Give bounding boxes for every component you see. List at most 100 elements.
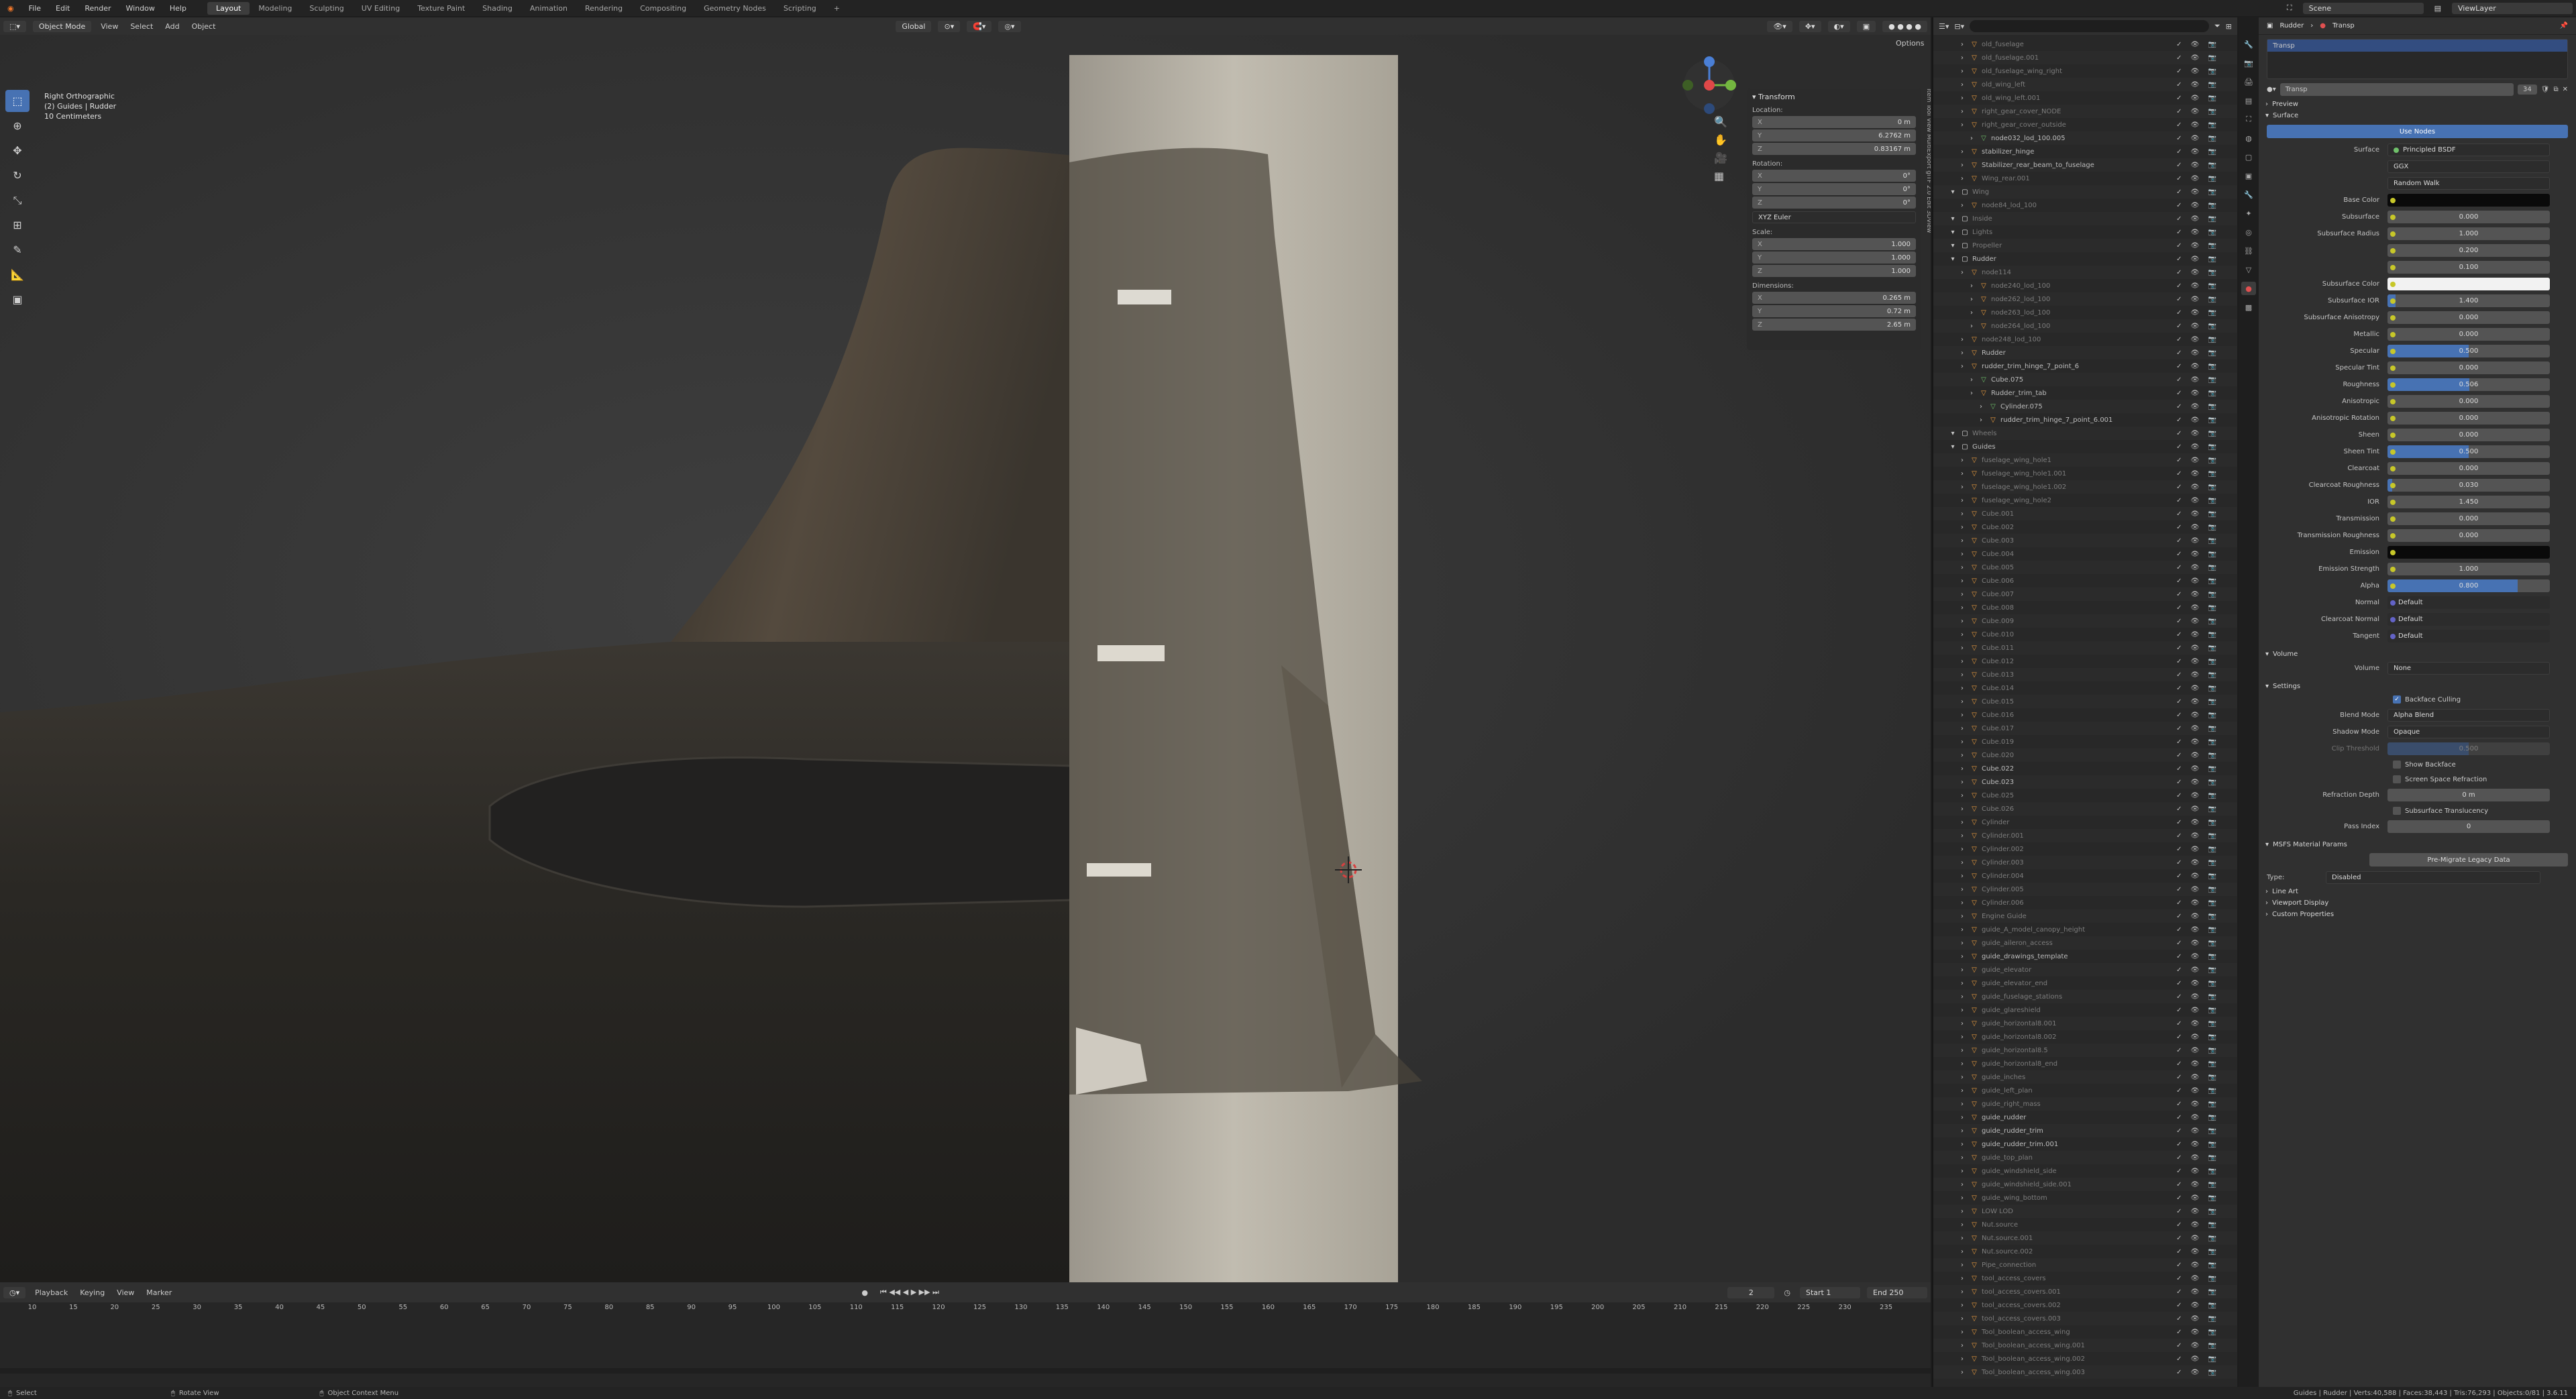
timeline-scrollbar[interactable] [0, 1368, 1931, 1374]
expand-arrow-icon[interactable]: › [1957, 940, 1967, 947]
visibility-toggles-icon[interactable]: ✓ 👁 📷 [2176, 269, 2220, 276]
visibility-toggles-icon[interactable]: ✓ 👁 📷 [2176, 349, 2220, 357]
pre-migrate-legacy-data-button[interactable]: Pre-Migrate Legacy Data [2369, 853, 2568, 866]
settings-section[interactable]: ▾ Settings [2259, 681, 2576, 692]
constraints-tab-icon[interactable]: ⛓ [2241, 244, 2256, 258]
visibility-toggles-icon[interactable]: ✓ 👁 📷 [2176, 1007, 2220, 1014]
outliner-row[interactable]: › ▽ Cube.002 ✓ 👁 📷 [1933, 520, 2237, 534]
visibility-toggles-icon[interactable]: ✓ 👁 📷 [2176, 832, 2220, 840]
expand-arrow-icon[interactable]: › [1957, 819, 1967, 826]
expand-arrow-icon[interactable]: › [1957, 591, 1967, 598]
data-tab-icon[interactable]: ▽ [2241, 263, 2256, 276]
visibility-toggles-icon[interactable]: ✓ 👁 📷 [2176, 591, 2220, 598]
overlay-toggle-icon[interactable]: ◐▾ [1827, 20, 1850, 32]
object-tab-icon[interactable]: ▣ [2241, 169, 2256, 182]
material-users-count[interactable]: 34 [2518, 85, 2537, 95]
visibility-toggles-icon[interactable]: ✓ 👁 📷 [2176, 899, 2220, 907]
outliner-row[interactable]: › ▽ Cube.025 ✓ 👁 📷 [1933, 789, 2237, 802]
outliner-row[interactable]: › ▽ Cube.026 ✓ 👁 📷 [1933, 802, 2237, 816]
visibility-toggles-icon[interactable]: ✓ 👁 📷 [2176, 510, 2220, 518]
visibility-toggles-icon[interactable]: ✓ 👁 📷 [2176, 135, 2220, 142]
expand-arrow-icon[interactable]: › [1957, 363, 1967, 370]
visibility-toggles-icon[interactable]: ✓ 👁 📷 [2176, 175, 2220, 182]
select-box-tool-icon[interactable]: ⬚ [5, 90, 30, 112]
bsdf-input-field[interactable]: 0.000 [2387, 529, 2550, 542]
visibility-toggles-icon[interactable]: ✓ 👁 📷 [2176, 993, 2220, 1001]
outliner-row[interactable]: › ▽ Stabilizer_rear_beam_to_fuselage ✓ 👁 📷 [1933, 158, 2237, 172]
visibility-toggles-icon[interactable]: ✓ 👁 📷 [2176, 819, 2220, 826]
workspace-tab-animation[interactable]: Animation [521, 2, 576, 15]
expand-arrow-icon[interactable]: › [1957, 1127, 1967, 1135]
expand-arrow-icon[interactable]: › [1957, 712, 1967, 719]
visibility-toggles-icon[interactable]: ✓ 👁 📷 [2176, 81, 2220, 89]
socket-icon[interactable] [2390, 315, 2396, 321]
outliner-row[interactable]: › ▽ Cube.075 ✓ 👁 📷 [1933, 373, 2237, 386]
expand-arrow-icon[interactable]: › [1957, 886, 1967, 893]
msfs-material-params-section[interactable]: ▾ MSFS Material Params [2259, 839, 2576, 850]
move-tool-icon[interactable]: ✥ [5, 139, 30, 162]
workspace-tab-uv-editing[interactable]: UV Editing [353, 2, 409, 15]
visibility-toggles-icon[interactable]: ✓ 👁 📷 [2176, 202, 2220, 209]
outliner-row[interactable]: › ▽ guide_fuselage_stations ✓ 👁 📷 [1933, 990, 2237, 1003]
visibility-toggles-icon[interactable]: ✓ 👁 📷 [2176, 403, 2220, 410]
expand-arrow-icon[interactable]: ▾ [1948, 229, 1957, 236]
expand-arrow-icon[interactable]: › [1957, 1302, 1967, 1309]
render-tab-icon[interactable]: 📷 [2241, 56, 2256, 70]
expand-arrow-icon[interactable]: › [1957, 1262, 1967, 1269]
refraction-depth-field[interactable]: 0 m [2387, 789, 2550, 801]
outliner-row[interactable]: › ▽ node240_lod_100 ✓ 👁 📷 [1933, 279, 2237, 292]
outliner-row[interactable]: › ▽ guide_horizontal8.5 ✓ 👁 📷 [1933, 1044, 2237, 1057]
outliner-row[interactable]: › ▽ node262_lod_100 ✓ 👁 📷 [1933, 292, 2237, 306]
socket-icon[interactable] [2390, 516, 2396, 522]
msfs-type-dropdown[interactable]: Disabled [2326, 871, 2540, 884]
visibility-toggles-icon[interactable]: ✓ 👁 📷 [2176, 68, 2220, 75]
bsdf-input-field[interactable]: 0.500 [2387, 445, 2550, 458]
outliner-row[interactable]: › ▽ Cylinder.006 ✓ 👁 📷 [1933, 896, 2237, 909]
visibility-toggles-icon[interactable]: ✓ 👁 📷 [2176, 1114, 2220, 1121]
fake-user-icon[interactable]: 🛡 [2541, 86, 2550, 93]
bsdf-input-field[interactable]: 1.400 [2387, 294, 2550, 307]
expand-arrow-icon[interactable]: › [1957, 1020, 1967, 1027]
playback-controls-icon[interactable]: ⏮ ◀◀ ◀ ▶ ▶▶ ⏭ [874, 1288, 945, 1297]
outliner-row[interactable]: › ▽ old_fuselage_wing_right ✓ 👁 📷 [1933, 64, 2237, 78]
volume-dropdown[interactable]: None [2387, 662, 2550, 675]
viewport-display-section[interactable]: › Viewport Display [2259, 897, 2576, 909]
visibility-toggles-icon[interactable]: ✓ 👁 📷 [2176, 363, 2220, 370]
bsdf-input-field[interactable]: 0.000 [2387, 462, 2550, 475]
scene-selector[interactable]: Scene [2302, 2, 2424, 14]
bsdf-input-field[interactable]: 0.506 [2387, 378, 2550, 391]
expand-arrow-icon[interactable]: › [1957, 805, 1967, 813]
visibility-toggles-icon[interactable]: ✓ 👁 📷 [2176, 1369, 2220, 1376]
expand-arrow-icon[interactable]: › [1957, 618, 1967, 625]
visibility-toggles-icon[interactable]: ✓ 👁 📷 [2176, 309, 2220, 317]
visibility-toggles-icon[interactable]: ✓ 👁 📷 [2176, 1221, 2220, 1229]
visibility-toggles-icon[interactable]: ✓ 👁 📷 [2176, 537, 2220, 545]
expand-arrow-icon[interactable]: › [1957, 336, 1967, 343]
outliner-row[interactable]: › ▽ guide_inches ✓ 👁 📷 [1933, 1070, 2237, 1084]
workspace-tab-compositing[interactable]: Compositing [631, 2, 695, 15]
outliner-row[interactable]: › ▽ rudder_trim_hinge_7_point_6 ✓ 👁 📷 [1933, 359, 2237, 373]
transform-tool-icon[interactable]: ⊞ [5, 214, 30, 236]
bsdf-input-field[interactable]: 1.450 [2387, 496, 2550, 508]
expand-arrow-icon[interactable]: › [1957, 54, 1967, 62]
visibility-toggles-icon[interactable]: ✓ 👁 📷 [2176, 1033, 2220, 1041]
viewport-options-button[interactable]: Options [1896, 39, 1924, 48]
subsurface-translucency-checkbox[interactable]: Subsurface Translucency [2259, 803, 2576, 818]
outliner-row[interactable]: › ▽ Cylinder ✓ 👁 📷 [1933, 816, 2237, 829]
bsdf-input-field[interactable]: Default [2387, 613, 2550, 626]
visibility-toggles-icon[interactable]: ✓ 👁 📷 [2176, 54, 2220, 62]
expand-arrow-icon[interactable]: ▾ [1948, 256, 1957, 263]
expand-arrow-icon[interactable]: › [1957, 1007, 1967, 1014]
expand-arrow-icon[interactable]: › [1967, 135, 1976, 142]
location-z-field[interactable]: Z 0.83167 m [1752, 143, 1916, 155]
visibility-toggles-icon[interactable]: ✓ 👁 📷 [2176, 497, 2220, 504]
expand-arrow-icon[interactable]: › [1957, 1101, 1967, 1108]
expand-arrow-icon[interactable]: › [1957, 752, 1967, 759]
visibility-toggles-icon[interactable]: ✓ 👁 📷 [2176, 966, 2220, 974]
expand-arrow-icon[interactable]: › [1976, 403, 1986, 410]
outliner-row[interactable]: › ▽ rudder_trim_hinge_7_point_6.001 ✓ 👁 📷 [1933, 413, 2237, 427]
expand-arrow-icon[interactable]: › [1957, 1288, 1967, 1296]
expand-arrow-icon[interactable]: › [1967, 296, 1976, 303]
expand-arrow-icon[interactable]: › [1957, 698, 1967, 706]
outliner-row[interactable]: › ▽ guide_rudder_trim ✓ 👁 📷 [1933, 1124, 2237, 1137]
